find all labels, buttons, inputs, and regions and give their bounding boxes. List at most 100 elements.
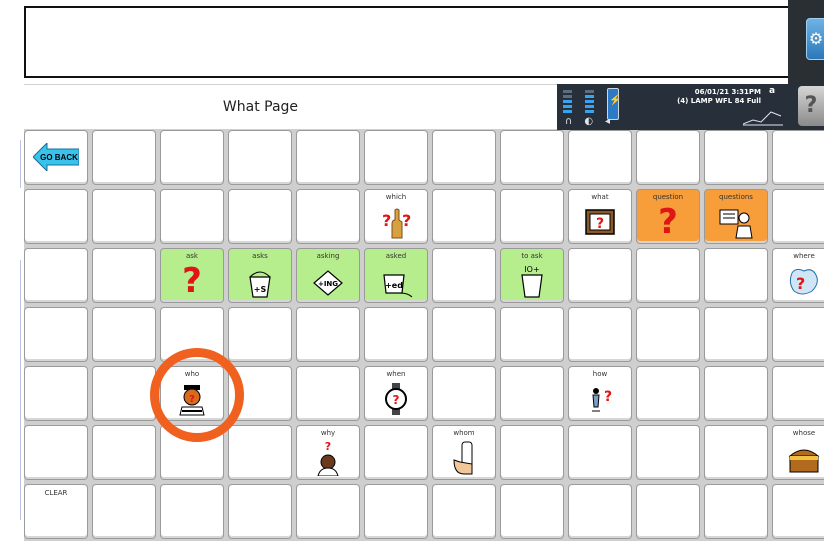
- go-back-button[interactable]: GO BACK: [24, 130, 88, 185]
- questions-button[interactable]: questions: [704, 189, 768, 244]
- what-button[interactable]: what ?: [568, 189, 632, 244]
- empty-cell[interactable]: [24, 366, 88, 421]
- empty-cell[interactable]: [432, 307, 496, 362]
- whose-button[interactable]: whose: [772, 425, 824, 480]
- empty-cell[interactable]: [92, 366, 156, 421]
- why-button[interactable]: why ?: [296, 425, 360, 480]
- empty-cell[interactable]: [432, 366, 496, 421]
- empty-cell[interactable]: [432, 248, 496, 303]
- asks-button[interactable]: asks +S: [228, 248, 292, 303]
- empty-cell[interactable]: [364, 425, 428, 480]
- empty-cell[interactable]: [772, 366, 824, 421]
- empty-cell[interactable]: [500, 130, 564, 185]
- empty-cell[interactable]: [296, 307, 360, 362]
- empty-cell[interactable]: [228, 425, 292, 480]
- empty-cell[interactable]: [364, 484, 428, 539]
- empty-cell[interactable]: [364, 307, 428, 362]
- empty-cell[interactable]: [500, 189, 564, 244]
- empty-cell[interactable]: [704, 366, 768, 421]
- empty-cell[interactable]: [704, 307, 768, 362]
- to-ask-button[interactable]: to ask IO+: [500, 248, 564, 303]
- svg-text:?: ?: [604, 389, 612, 405]
- empty-cell[interactable]: [296, 484, 360, 539]
- empty-cell[interactable]: [296, 130, 360, 185]
- empty-cell[interactable]: [228, 307, 292, 362]
- empty-cell[interactable]: [636, 307, 700, 362]
- message-window[interactable]: [24, 6, 790, 78]
- empty-cell[interactable]: [228, 484, 292, 539]
- clear-button[interactable]: CLEAR: [24, 484, 88, 539]
- what-label: what: [591, 193, 609, 201]
- empty-cell[interactable]: [160, 484, 224, 539]
- question-button[interactable]: question ?: [636, 189, 700, 244]
- empty-cell[interactable]: [568, 130, 632, 185]
- help-button[interactable]: ?: [798, 86, 824, 126]
- empty-cell[interactable]: [500, 484, 564, 539]
- whom-button[interactable]: whom: [432, 425, 496, 480]
- volume-level-icon: [563, 90, 572, 115]
- empty-cell[interactable]: [92, 484, 156, 539]
- ask-button[interactable]: ask ?: [160, 248, 224, 303]
- empty-cell[interactable]: [432, 189, 496, 244]
- empty-cell[interactable]: [772, 130, 824, 185]
- empty-cell[interactable]: [24, 189, 88, 244]
- how-label: how: [592, 370, 608, 378]
- empty-cell[interactable]: [432, 130, 496, 185]
- datetime: 06/01/21 3:31PM: [694, 88, 761, 96]
- how-button[interactable]: how ?: [568, 366, 632, 421]
- svg-text:?: ?: [325, 440, 331, 453]
- asking-button[interactable]: asking +ING: [296, 248, 360, 303]
- empty-cell[interactable]: [636, 130, 700, 185]
- empty-cell[interactable]: [92, 425, 156, 480]
- empty-cell[interactable]: [228, 189, 292, 244]
- status-text: 06/01/21 3:31PM (4) LAMP WFL 84 Full: [665, 88, 761, 106]
- question-mark-icon: ?: [658, 202, 678, 242]
- empty-cell[interactable]: [568, 248, 632, 303]
- empty-cell[interactable]: [568, 484, 632, 539]
- empty-cell[interactable]: [364, 130, 428, 185]
- empty-cell[interactable]: [228, 130, 292, 185]
- empty-cell[interactable]: [772, 484, 824, 539]
- when-button[interactable]: when ?: [364, 366, 428, 421]
- empty-cell[interactable]: [704, 248, 768, 303]
- empty-cell[interactable]: [636, 248, 700, 303]
- empty-cell[interactable]: [568, 425, 632, 480]
- mode-indicator: a: [769, 86, 776, 96]
- empty-cell[interactable]: [24, 307, 88, 362]
- tv-question-icon: ?: [585, 209, 615, 235]
- empty-cell[interactable]: [636, 366, 700, 421]
- empty-cell[interactable]: [432, 484, 496, 539]
- empty-cell[interactable]: [24, 425, 88, 480]
- empty-cell[interactable]: [160, 189, 224, 244]
- empty-cell[interactable]: [772, 189, 824, 244]
- asked-button[interactable]: asked +ed: [364, 248, 428, 303]
- asked-tag: +ed: [385, 281, 403, 290]
- empty-cell[interactable]: [636, 425, 700, 480]
- ask-label: ask: [186, 252, 198, 260]
- which-button[interactable]: which ? ?: [364, 189, 428, 244]
- empty-cell[interactable]: [500, 425, 564, 480]
- vocab-file: (4) LAMP WFL 84 Full: [677, 97, 761, 105]
- empty-cell[interactable]: [500, 366, 564, 421]
- empty-cell[interactable]: [704, 130, 768, 185]
- svg-text:?: ?: [596, 216, 604, 232]
- empty-cell[interactable]: [636, 484, 700, 539]
- empty-cell[interactable]: [92, 248, 156, 303]
- left-rail: [0, 0, 24, 541]
- empty-cell[interactable]: [704, 425, 768, 480]
- where-button[interactable]: where ?: [772, 248, 824, 303]
- empty-cell[interactable]: [500, 307, 564, 362]
- empty-cell[interactable]: [24, 248, 88, 303]
- empty-cell[interactable]: [92, 130, 156, 185]
- empty-cell[interactable]: [704, 484, 768, 539]
- empty-cell[interactable]: [296, 189, 360, 244]
- empty-cell[interactable]: [160, 130, 224, 185]
- empty-cell[interactable]: [772, 307, 824, 362]
- status-bar: ⚡ ∩◐◂ 06/01/21 3:31PM (4) LAMP WFL 84 Fu…: [557, 84, 824, 130]
- empty-cell[interactable]: [296, 366, 360, 421]
- empty-cell[interactable]: [568, 307, 632, 362]
- empty-cell[interactable]: [92, 307, 156, 362]
- settings-button[interactable]: ⚙: [806, 18, 824, 60]
- treasure-chest-icon: [788, 449, 820, 473]
- empty-cell[interactable]: [92, 189, 156, 244]
